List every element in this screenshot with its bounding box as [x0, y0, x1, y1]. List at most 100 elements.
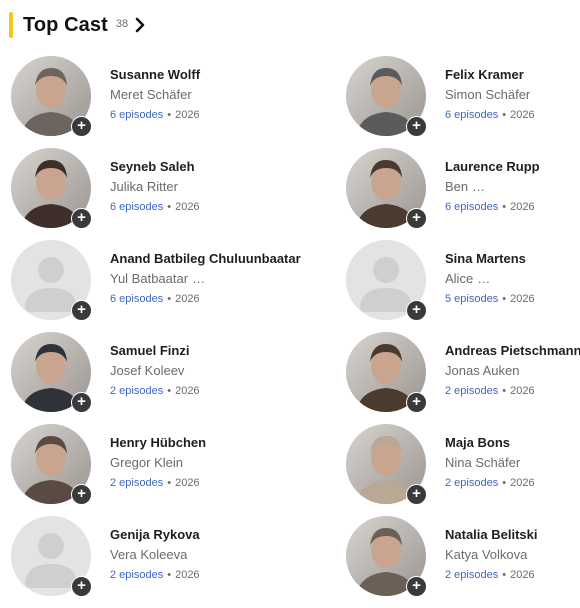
cast-item: + Genija Rykova Vera Koleeva 2 episodes • 202…: [11, 516, 346, 608]
cast-item: + Felix Kramer Simon Schäfer 6 episodes • 202…: [346, 56, 580, 148]
character-label: Alice: [445, 271, 474, 286]
episodes-link[interactable]: 5 episodes: [445, 293, 498, 305]
section-title[interactable]: Top Cast: [23, 14, 108, 37]
episode-meta: 6 episodes • 2026: [110, 292, 301, 306]
plus-icon[interactable]: +: [406, 392, 427, 413]
year: 2026: [510, 293, 535, 305]
episodes-link[interactable]: 6 episodes: [110, 201, 163, 213]
avatar-container: +: [11, 332, 92, 413]
character-label: Julika Ritter: [110, 179, 178, 194]
avatar-container: +: [11, 424, 92, 505]
episodes-link[interactable]: 6 episodes: [445, 109, 498, 121]
character-label: Simon Schäfer: [445, 87, 531, 102]
separator-dot: •: [502, 385, 507, 397]
episodes-link[interactable]: 2 episodes: [445, 477, 498, 489]
cast-item: + Natalia Belitski Katya Volkova 2 episodes…: [346, 516, 580, 608]
cast-info: Natalia Belitski Katya Volkova 2 episodes •…: [445, 516, 538, 582]
actor-name[interactable]: Sina Martens: [445, 251, 535, 267]
year: 2026: [510, 477, 535, 489]
more-characters-ellipsis[interactable]: …: [192, 271, 205, 286]
character-name: Ben…: [445, 179, 540, 195]
chevron-right-icon[interactable]: [134, 17, 146, 33]
cast-item: + Anand Batbileg Chuluunbaatar Yul Batbaat…: [11, 240, 346, 332]
year: 2026: [175, 477, 200, 489]
character-label: Meret Schäfer: [110, 87, 192, 102]
cast-info: Andreas Pietschmann Jonas Auken 2 episodes…: [445, 332, 580, 398]
actor-name[interactable]: Natalia Belitski: [445, 527, 538, 543]
actor-name[interactable]: Andreas Pietschmann: [445, 343, 580, 359]
avatar-container: +: [346, 240, 427, 321]
year: 2026: [175, 293, 200, 305]
character-label: Ben: [445, 179, 469, 194]
plus-icon[interactable]: +: [406, 484, 427, 505]
more-characters-ellipsis[interactable]: …: [477, 271, 490, 286]
actor-name[interactable]: Felix Kramer: [445, 67, 535, 83]
plus-icon[interactable]: +: [71, 116, 92, 137]
plus-icon[interactable]: +: [71, 392, 92, 413]
avatar-container: +: [11, 240, 92, 321]
episodes-link[interactable]: 6 episodes: [445, 201, 498, 213]
actor-name[interactable]: Laurence Rupp: [445, 159, 540, 175]
cast-item: + Laurence Rupp Ben… 6 episodes • 2026: [346, 148, 580, 240]
episodes-link[interactable]: 2 episodes: [110, 385, 163, 397]
character-label: Gregor Klein: [110, 455, 183, 470]
plus-icon[interactable]: +: [71, 300, 92, 321]
episode-meta: 2 episodes • 2026: [110, 568, 200, 582]
episode-meta: 6 episodes • 2026: [445, 200, 540, 214]
actor-name[interactable]: Henry Hübchen: [110, 435, 206, 451]
character-name: Yul Batbaatar…: [110, 271, 301, 287]
plus-icon[interactable]: +: [71, 484, 92, 505]
cast-item: + Andreas Pietschmann Jonas Auken 2 episode…: [346, 332, 580, 424]
more-characters-ellipsis[interactable]: …: [472, 179, 485, 194]
episodes-link[interactable]: 2 episodes: [110, 569, 163, 581]
separator-dot: •: [502, 477, 507, 489]
avatar-container: +: [346, 332, 427, 413]
character-name: Alice…: [445, 271, 535, 287]
character-label: Yul Batbaatar: [110, 271, 189, 286]
cast-info: Genija Rykova Vera Koleeva 2 episodes • 2026: [110, 516, 200, 582]
year: 2026: [510, 385, 535, 397]
cast-info: Sina Martens Alice… 5 episodes • 2026: [445, 240, 535, 306]
actor-name[interactable]: Genija Rykova: [110, 527, 200, 543]
plus-icon[interactable]: +: [71, 208, 92, 229]
separator-dot: •: [167, 477, 172, 489]
episodes-link[interactable]: 2 episodes: [445, 385, 498, 397]
avatar-container: +: [11, 56, 92, 137]
separator-dot: •: [167, 201, 172, 213]
character-label: Josef Koleev: [110, 363, 185, 378]
avatar-container: +: [11, 148, 92, 229]
character-name: Gregor Klein: [110, 455, 206, 471]
actor-name[interactable]: Susanne Wolff: [110, 67, 200, 83]
cast-info: Susanne Wolff Meret Schäfer 6 episodes • 202…: [110, 56, 200, 122]
plus-icon[interactable]: +: [406, 300, 427, 321]
episodes-link[interactable]: 6 episodes: [110, 109, 163, 121]
separator-dot: •: [502, 109, 507, 121]
cast-info: Felix Kramer Simon Schäfer 6 episodes • 2026: [445, 56, 535, 122]
character-label: Jonas Auken: [445, 363, 520, 378]
cast-item: + Maja Bons Nina Schäfer 2 episodes • 2026: [346, 424, 580, 516]
plus-icon[interactable]: +: [71, 576, 92, 597]
avatar-container: +: [11, 516, 92, 597]
episodes-link[interactable]: 2 episodes: [110, 477, 163, 489]
episode-meta: 5 episodes • 2026: [445, 292, 535, 306]
episode-meta: 2 episodes • 2026: [110, 384, 200, 398]
episodes-link[interactable]: 6 episodes: [110, 293, 163, 305]
plus-icon[interactable]: +: [406, 208, 427, 229]
actor-name[interactable]: Seyneb Saleh: [110, 159, 200, 175]
separator-dot: •: [502, 569, 507, 581]
plus-icon[interactable]: +: [406, 116, 427, 137]
cast-item: + Samuel Finzi Josef Koleev 2 episodes • 2026: [11, 332, 346, 424]
actor-name[interactable]: Maja Bons: [445, 435, 535, 451]
cast-item: + Henry Hübchen Gregor Klein 2 episodes • 202…: [11, 424, 346, 516]
character-name: Katya Volkova: [445, 547, 538, 563]
episode-meta: 6 episodes • 2026: [445, 108, 535, 122]
avatar-container: +: [346, 516, 427, 597]
episodes-link[interactable]: 2 episodes: [445, 569, 498, 581]
character-name: Meret Schäfer: [110, 87, 200, 103]
plus-icon[interactable]: +: [406, 576, 427, 597]
actor-name[interactable]: Anand Batbileg Chuluunbaatar: [110, 251, 301, 267]
avatar-container: +: [346, 424, 427, 505]
episode-meta: 2 episodes • 2026: [445, 476, 535, 490]
character-name: Simon Schäfer: [445, 87, 535, 103]
actor-name[interactable]: Samuel Finzi: [110, 343, 200, 359]
